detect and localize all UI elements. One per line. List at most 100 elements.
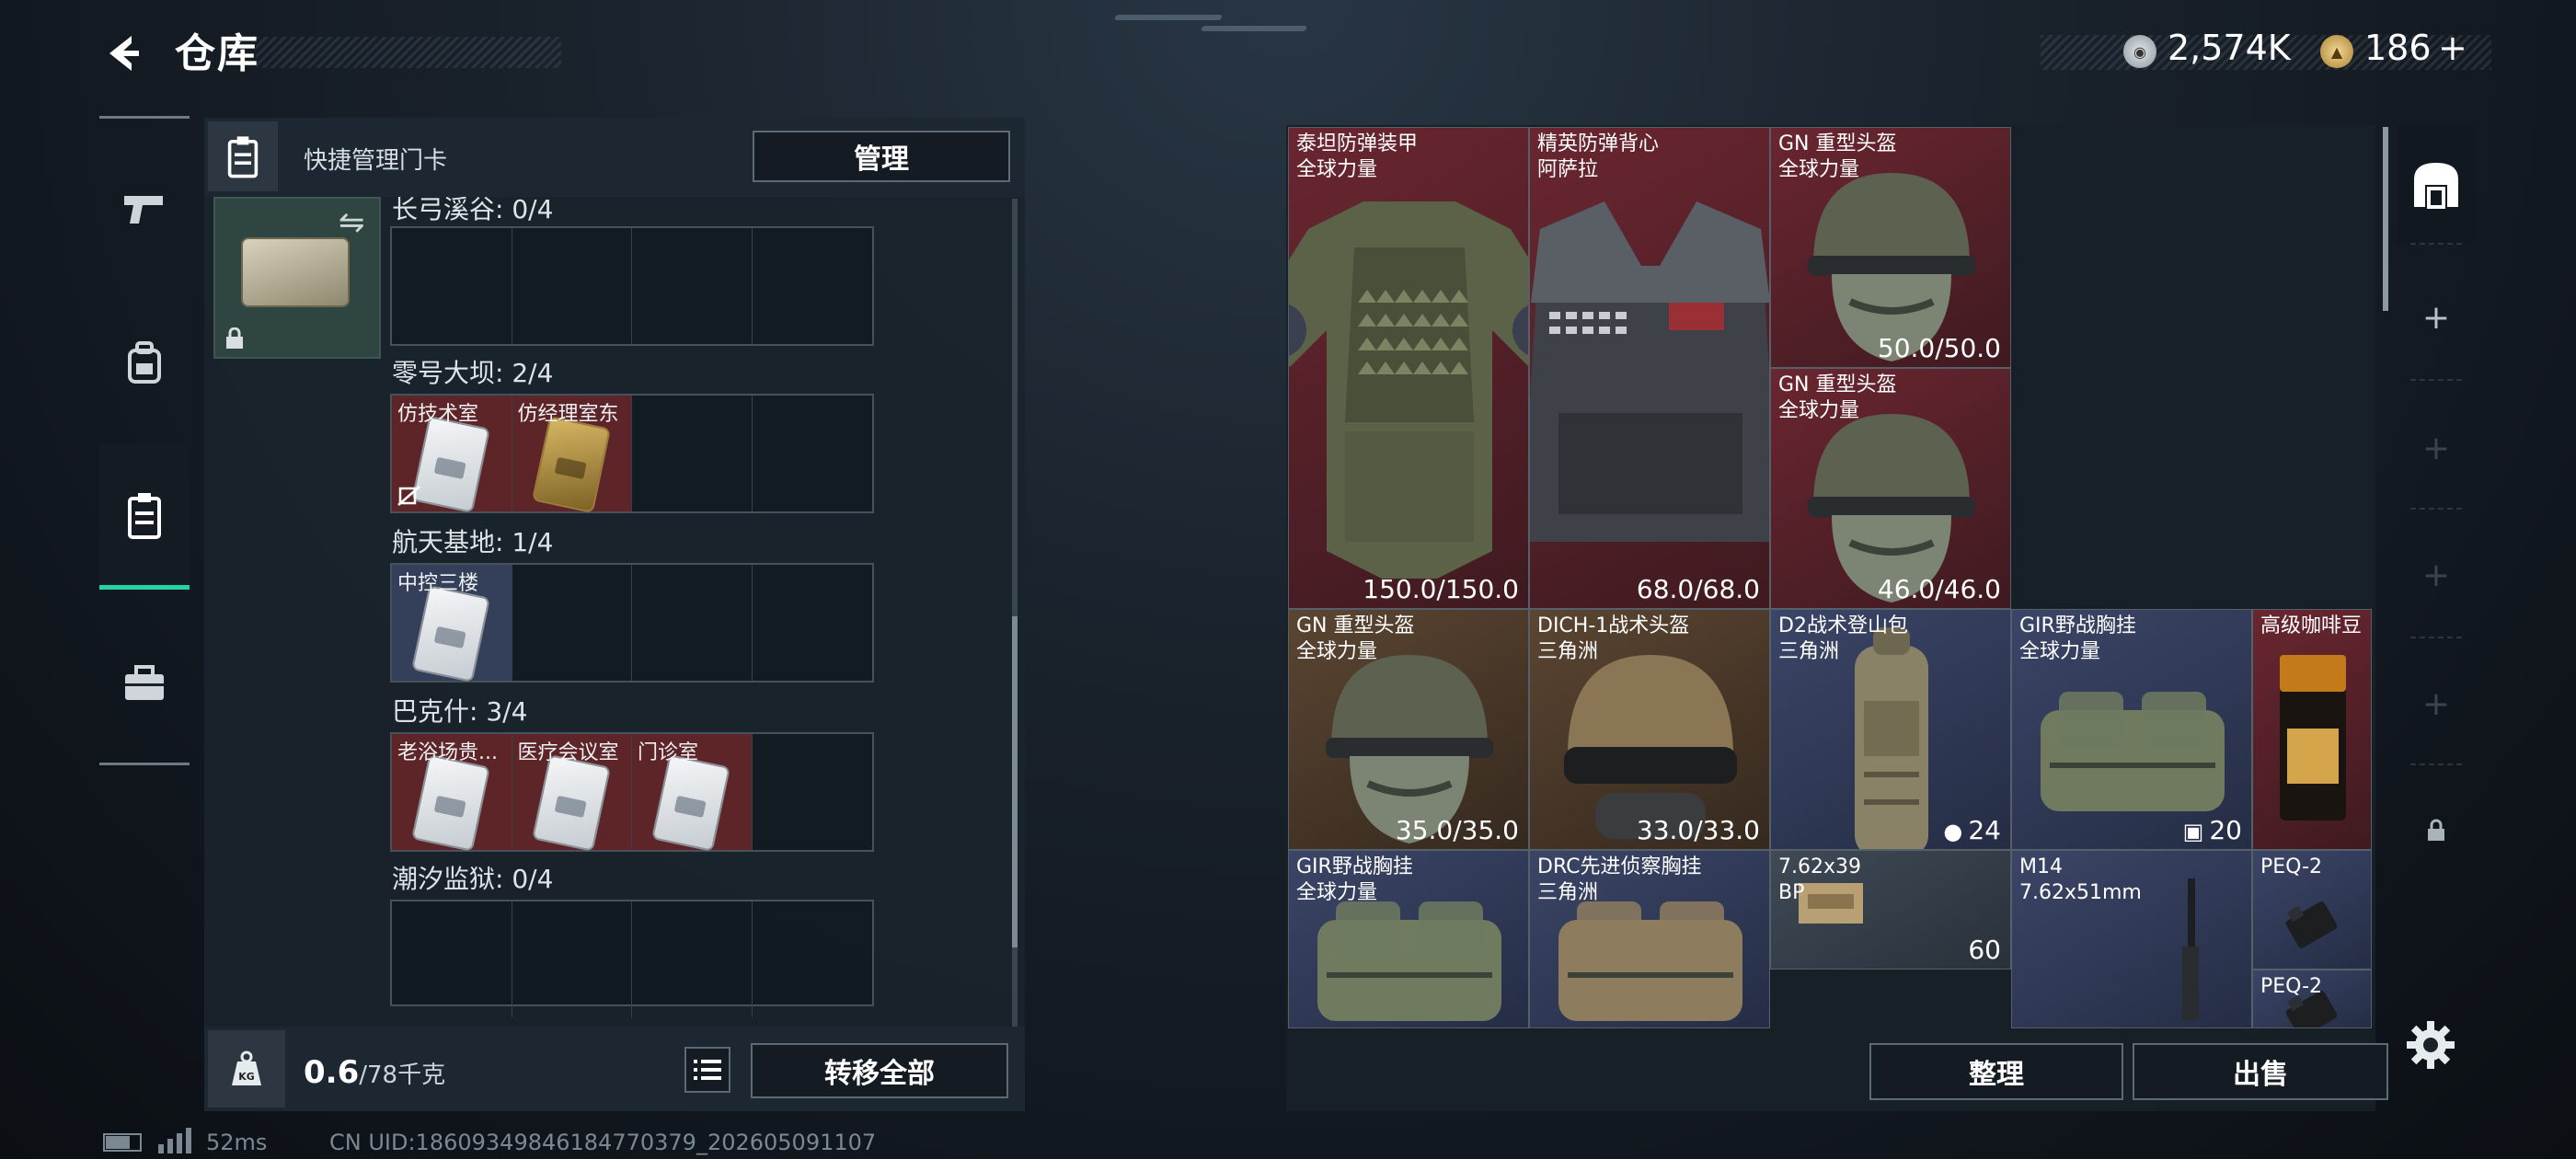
empty-keycard-slot[interactable] [632, 565, 753, 681]
storage-tab-main[interactable] [2398, 125, 2475, 245]
inventory-item[interactable]: D2战术登山包 三角洲 ● 24 [1770, 609, 2011, 850]
tab-separator [2410, 379, 2462, 381]
category-nav [99, 116, 190, 765]
inventory-item[interactable]: GIR野战胸挂 全球力量 [1288, 850, 1529, 1028]
gold-currency-value: 186 [2364, 28, 2432, 68]
inventory-item[interactable]: 泰坦防弹装甲 全球力量 150.0/150.0 [1288, 127, 1529, 609]
keycard-holder-image [241, 237, 350, 307]
empty-keycard-slot[interactable] [392, 901, 512, 1017]
manage-button[interactable]: 管理 [753, 131, 1010, 182]
item-title: 高级咖啡豆 [2260, 614, 2363, 637]
add-currency-button[interactable]: + [2438, 28, 2467, 68]
add-storage-tab-2[interactable]: + [2398, 388, 2475, 508]
keycard-slot[interactable]: 老浴场贵... [392, 734, 512, 853]
bg-streak [1113, 15, 1224, 20]
item-subtitle: 7.62x51mm [2019, 881, 2142, 904]
item-title: GN 重型头盔 [1778, 373, 1897, 396]
tab-separator [2410, 637, 2462, 638]
battery-icon [103, 1133, 142, 1152]
keycard-slot[interactable]: 医疗会议室 [512, 734, 632, 853]
item-name: 精英防弹背心 阿萨拉 [1537, 132, 1659, 183]
item-value-text: 60 [1968, 935, 2001, 965]
inventory-item[interactable]: GIR野战胸挂 全球力量 ▣ 20 [2011, 609, 2252, 850]
inventory-scrollbar[interactable] [2383, 127, 2388, 311]
item-title: DRC先进侦察胸挂 [1537, 855, 1702, 878]
add-storage-tab-3[interactable]: + [2398, 515, 2475, 635]
lock-icon [224, 327, 243, 349]
empty-keycard-slot[interactable] [753, 734, 873, 850]
nav-keycards[interactable] [99, 444, 190, 590]
keycard-slot[interactable]: 门诊室 [632, 734, 753, 853]
settings-button[interactable] [2405, 1019, 2460, 1074]
keycard-image [650, 753, 731, 853]
item-subtitle: 阿萨拉 [1537, 158, 1599, 181]
inventory-item[interactable]: DICH-1战术头盔 三角洲 33.0/33.0 [1529, 609, 1770, 850]
empty-keycard-slot[interactable] [512, 565, 632, 681]
keycard-panel-title: 快捷管理门卡 [304, 147, 448, 175]
item-name: 7.62x39 BP [1778, 855, 1861, 906]
nav-misc[interactable] [99, 628, 190, 739]
swap-icon[interactable]: ⇋ [339, 204, 365, 241]
empty-keycard-slot[interactable] [512, 228, 632, 344]
empty-keycard-slot[interactable] [753, 901, 873, 1017]
location-label: 零号大坝: 2/4 [392, 358, 554, 388]
empty-keycard-slot[interactable] [753, 228, 873, 344]
lock-icon [2428, 819, 2444, 841]
keycard-image [531, 753, 611, 853]
inventory-item[interactable]: GN 重型头盔 全球力量 50.0/50.0 [1770, 127, 2011, 368]
empty-keycard-slot[interactable] [753, 396, 873, 511]
item-name: GN 重型头盔 全球力量 [1778, 132, 1897, 183]
inventory-item[interactable]: GN 重型头盔 全球力量 35.0/35.0 [1288, 609, 1529, 850]
item-value: 68.0/68.0 [1637, 574, 1760, 604]
empty-keycard-slot[interactable] [632, 228, 753, 344]
locked-storage-tab[interactable] [2398, 771, 2475, 890]
keycard-slot[interactable]: 仿经理室东 [512, 396, 632, 514]
empty-keycard-slot[interactable] [512, 901, 632, 1017]
page-title: 仓库 [175, 30, 259, 77]
tab-separator [2410, 508, 2462, 510]
item-value: 46.0/46.0 [1878, 574, 2001, 604]
inventory-item[interactable]: 精英防弹背心 阿萨拉 68.0/68.0 [1529, 127, 1770, 609]
back-button[interactable] [99, 29, 147, 77]
transfer-all-button[interactable]: 转移全部 [751, 1043, 1008, 1098]
inventory-item[interactable]: GN 重型头盔 全球力量 46.0/46.0 [1770, 368, 2011, 609]
weight-value: 0.6 [304, 1054, 360, 1091]
item-name: D2战术登山包 三角洲 [1778, 614, 1908, 665]
item-title: GIR野战胸挂 [2019, 614, 2136, 637]
sell-button[interactable]: 出售 [2133, 1043, 2388, 1100]
keycard-slot-label: 仿经理室东 [517, 403, 619, 426]
keycard-holder[interactable]: ⇋ [213, 197, 381, 359]
empty-keycard-slot[interactable] [632, 396, 753, 511]
backpack-icon [128, 341, 161, 384]
add-storage-tab-4[interactable]: + [2398, 644, 2475, 763]
inventory-item[interactable]: 高级咖啡豆 [2252, 609, 2372, 850]
list-view-button[interactable] [684, 1047, 730, 1093]
inventory-item[interactable]: DRC先进侦察胸挂 三角洲 [1529, 850, 1770, 1028]
keycard-slot[interactable]: 中控三楼 [392, 565, 512, 683]
warehouse-icon [2414, 163, 2458, 209]
item-value-text: 150.0/150.0 [1363, 574, 1519, 604]
item-value-text: 50.0/50.0 [1877, 333, 2001, 363]
sort-button[interactable]: 整理 [1869, 1043, 2123, 1100]
inventory-item[interactable]: PEQ-2 [2252, 850, 2372, 970]
inventory-item[interactable]: M14 7.62x51mm [2011, 850, 2252, 1028]
item-value-text: 35.0/35.0 [1395, 815, 1519, 845]
keycard-slot[interactable]: 仿技术室 [392, 396, 512, 514]
item-value-text: 68.0/68.0 [1636, 574, 1760, 604]
item-value: 50.0/50.0 [1878, 333, 2001, 363]
keycard-slot-row [390, 226, 874, 346]
nav-equipment[interactable] [99, 308, 190, 419]
item-subtitle: 全球力量 [1778, 158, 1860, 181]
keycard-slot-label: 仿技术室 [397, 403, 479, 426]
keycard-list-scrollbar[interactable] [1012, 616, 1018, 947]
vest-image [1530, 128, 1769, 608]
item-name: PEQ-2 [2260, 855, 2322, 880]
add-storage-tab-1[interactable]: + [2398, 258, 2475, 377]
empty-keycard-slot[interactable] [753, 565, 873, 681]
toolbox-icon [125, 665, 164, 700]
empty-keycard-slot[interactable] [632, 901, 753, 1017]
nav-weapons[interactable] [99, 154, 190, 264]
inventory-item[interactable]: 7.62x39 BP 60 [1770, 850, 2011, 970]
inventory-item[interactable]: PEQ-2 [2252, 970, 2372, 1028]
empty-keycard-slot[interactable] [392, 228, 512, 344]
